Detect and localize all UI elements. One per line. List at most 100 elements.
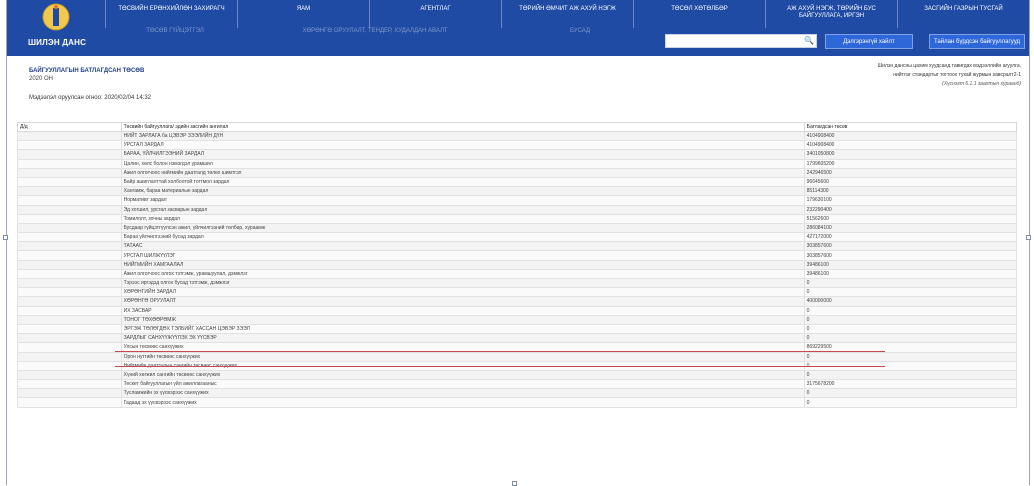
table-row: Нормативт зардал 179630100 <box>17 195 1018 206</box>
approved-budget-cell: 3401050800 <box>803 149 1018 160</box>
subnav-item-other[interactable]: БУСАД <box>505 22 655 44</box>
classification-cell: Хүний хөгжил сангийн төсвөөс санхүүжих <box>120 369 805 381</box>
approved-budget-cell: 0 <box>803 397 1018 408</box>
table-row: НИЙГМИЙН ХАМГААЛАЛ 39486100 <box>17 259 1018 270</box>
advanced-search-button[interactable]: Дэлгэрэнгүй хайлт <box>825 34 913 49</box>
approved-budget-cell: 0 <box>803 369 1018 381</box>
classification-cell: Хангамж, бараа материалын зардал <box>120 186 805 197</box>
approved-budget-cell: 427172000 <box>803 232 1018 243</box>
approved-budget-cell: 4104908400 <box>803 140 1018 151</box>
table-row: ЗАРДЛЫГ САНХҮҮЖҮҮЛЭХ ЭХ ҮҮСВЭР 0 <box>17 333 1018 344</box>
approved-budget-cell: 4104908400 <box>803 130 1018 142</box>
classification-cell: Байр ашиглалттай холбоотой тогтмол зарда… <box>120 176 805 188</box>
classification-cell: ХӨРӨНГӨ ОРУУЛАЛТ <box>120 296 805 307</box>
approved-budget-cell: 0 <box>803 388 1018 399</box>
approved-budget-cell: 3175678200 <box>803 379 1018 390</box>
classification-cell: ТОНОГ ТӨХӨӨРӨМЖ <box>120 314 805 325</box>
site-logo[interactable]: ШИЛЭН ДАНС <box>27 2 87 54</box>
row-number-cell <box>17 323 122 335</box>
note-line-2: нийтлэг стандартыг тогтоох тухай журмын … <box>893 72 1021 78</box>
table-row: Байр ашиглалттай холбоотой тогтмол зарда… <box>17 176 1018 188</box>
nav-item-government-special[interactable]: ЗАСГИЙН ГАЗРЫН ТУСГАЙ <box>897 0 1029 28</box>
table-row: Хүний хөгжил сангийн төсвөөс санхүүжих 0 <box>17 369 1018 381</box>
approved-budget-cell: 39486100 <box>803 268 1018 280</box>
approved-budget-cell: 400000000 <box>803 296 1018 307</box>
row-number-cell <box>17 204 122 215</box>
regulation-note: Шилэн дансны цахим хуудсанд тавигдах мэд… <box>761 62 1021 89</box>
row-number-cell <box>17 369 122 381</box>
subnav-item-budget[interactable]: ТӨСӨВ ГҮЙЦЭТГЭЛ <box>105 22 245 44</box>
classification-cell: Бусдаар гүйцэтгүүлсэн ажил, үйлчилгээний… <box>120 222 805 234</box>
row-number-cell <box>17 277 122 289</box>
table-row: Тескет байгууллагын үйл ажиллагааныс 3175… <box>17 379 1018 390</box>
table-row: Томилолт, зочны зардал 51562600 <box>17 213 1018 224</box>
approved-budget-cell: 0 <box>803 305 1018 316</box>
row-number-cell <box>17 268 122 280</box>
classification-cell: УРСГАЛ ЗАРДАЛ <box>120 140 805 151</box>
row-number-cell <box>17 195 122 206</box>
row-number-cell <box>17 287 122 298</box>
row-number-cell <box>17 149 122 160</box>
highlight-line-bottom <box>115 366 885 367</box>
approved-budget-cell: 39486100 <box>803 259 1018 270</box>
budget-table: Д/д Төсвийн байгууллага/ эдийн засгийн а… <box>17 122 1018 408</box>
table-header-row: Д/д Төсвийн байгууллага/ эдийн засгийн а… <box>17 122 1018 132</box>
row-number-cell <box>17 158 122 169</box>
search-icon[interactable]: 🔍 <box>804 36 814 46</box>
sub-nav: ТӨСӨВ ГҮЙЦЭТГЭЛ ХӨРӨНГӨ ОРУУЛАЛТ, ТЕНДЕР… <box>105 22 655 44</box>
table-row: ХӨРӨНГИЙН ЗАРДАЛ 0 <box>17 287 1018 298</box>
approved-budget-cell: 303857600 <box>803 241 1018 252</box>
row-number-cell <box>17 241 122 252</box>
classification-cell: НИЙГМИЙН ХАМГААЛАЛ <box>120 259 805 270</box>
reported-orgs-button[interactable]: Тайлан бүрдсэн байгууллагууд <box>929 34 1025 49</box>
search-input[interactable]: 🔍 <box>665 34 817 48</box>
classification-cell: Эд хогшил, урсгал засварын зардал <box>120 204 805 215</box>
browser-frame: ШИЛЭН ДАНС ТӨСВИЙН ЕРӨНХИЙЛӨН ЗАХИРАГЧ Я… <box>6 0 1030 485</box>
row-number-cell <box>17 351 122 362</box>
classification-cell: ЗАРДЛЫГ САНХҮҮЖҮҮЛЭХ ЭХ ҮҮСВЭР <box>120 333 805 344</box>
approved-budget-cell: 0 <box>803 277 1018 289</box>
row-number-cell <box>17 342 122 353</box>
nav-item-business-ngo[interactable]: АЖ АХУЙ НЭГЖ, ТӨРИЙН БУС БАЙГУУЛЛАГА, ИР… <box>765 0 897 28</box>
classification-cell: Цалин, хөлс болон нэмэгдэл урамшил <box>120 158 805 169</box>
subnav-item-investment[interactable]: ХӨРӨНГӨ ОРУУЛАЛТ, ТЕНДЕР, ХУДАЛДАН АВАЛТ <box>245 22 505 44</box>
classification-cell: Ажил олгогчоос нийгмийн даатгалд төлөх ш… <box>120 167 805 178</box>
table-row: Ажил олгогчоос нийгмийн даатгалд төлөх ш… <box>17 167 1018 178</box>
table-row: НИЙТ ЗАРЛАГА ба ЦЭВЭР ЗЭЭЛИЙН ДҮН 4104908… <box>17 130 1018 142</box>
approved-budget-cell: 286084100 <box>803 222 1018 234</box>
classification-cell: Бараа үйлчилгээний бусад зардал <box>120 232 805 243</box>
resize-handle-left[interactable] <box>3 235 8 240</box>
classification-cell: Орон нутгийн төсвөөс санхүүжих <box>120 351 805 362</box>
approved-budget-cell: 179630100 <box>803 195 1018 206</box>
row-number-cell <box>17 186 122 197</box>
resize-handle-bottom[interactable] <box>512 481 517 486</box>
classification-cell: Нормативт зардал <box>120 195 805 206</box>
table-row: ТАТААС 303857600 <box>17 241 1018 252</box>
classification-cell: НИЙТ ЗАРЛАГА ба ЦЭВЭР ЗЭЭЛИЙН ДҮН <box>120 130 805 142</box>
page-title: БАЙГУУЛЛАГЫН БАТЛАГДСАН ТӨСӨВ <box>29 68 145 74</box>
emblem-icon <box>42 3 70 31</box>
table-row: Бараа үйлчилгээний бусад зардал 427172000 <box>17 232 1018 243</box>
table-row: Эд хогшил, урсгал засварын зардал 2322904… <box>17 204 1018 215</box>
table-row: ЭРГЭЖ ТӨЛӨГДӨХ ТЭЛБИЙГ ХАССАН ЦЭВЭР ЗЭЭЛ… <box>17 323 1018 335</box>
approved-budget-cell: 96645600 <box>803 176 1018 188</box>
row-number-cell <box>17 250 122 261</box>
row-number-cell <box>17 140 122 151</box>
resize-handle-right[interactable] <box>1026 235 1031 240</box>
approved-budget-cell: 0 <box>803 287 1018 298</box>
approved-budget-cell: 0 <box>803 323 1018 335</box>
row-number-cell <box>17 388 122 399</box>
classification-cell: УРСГАЛ ШИЛЖҮҮЛЭГ <box>120 250 805 261</box>
table-row: Цалин, хөлс болон нэмэгдэл урамшил 179960… <box>17 158 1018 169</box>
row-number-cell <box>17 130 122 142</box>
classification-cell: ЭРГЭЖ ТӨЛӨГДӨХ ТЭЛБИЙГ ХАССАН ЦЭВЭР ЗЭЭЛ <box>120 323 805 335</box>
row-number-cell <box>17 259 122 270</box>
classification-cell: Томилолт, зочны зардал <box>120 213 805 224</box>
note-line-3: (Хүснэгт 6.1.1 заалтын хураанд) <box>942 81 1021 87</box>
row-number-cell <box>17 379 122 390</box>
table-row: БАРАА, ҮЙЛЧИЛГЭЭНИЙ ЗАРДАЛ 3401050800 <box>17 149 1018 160</box>
approved-budget-cell: 51562600 <box>803 213 1018 224</box>
classification-cell: ТАТААС <box>120 241 805 252</box>
row-number-cell <box>17 222 122 234</box>
row-number-cell <box>17 397 122 408</box>
